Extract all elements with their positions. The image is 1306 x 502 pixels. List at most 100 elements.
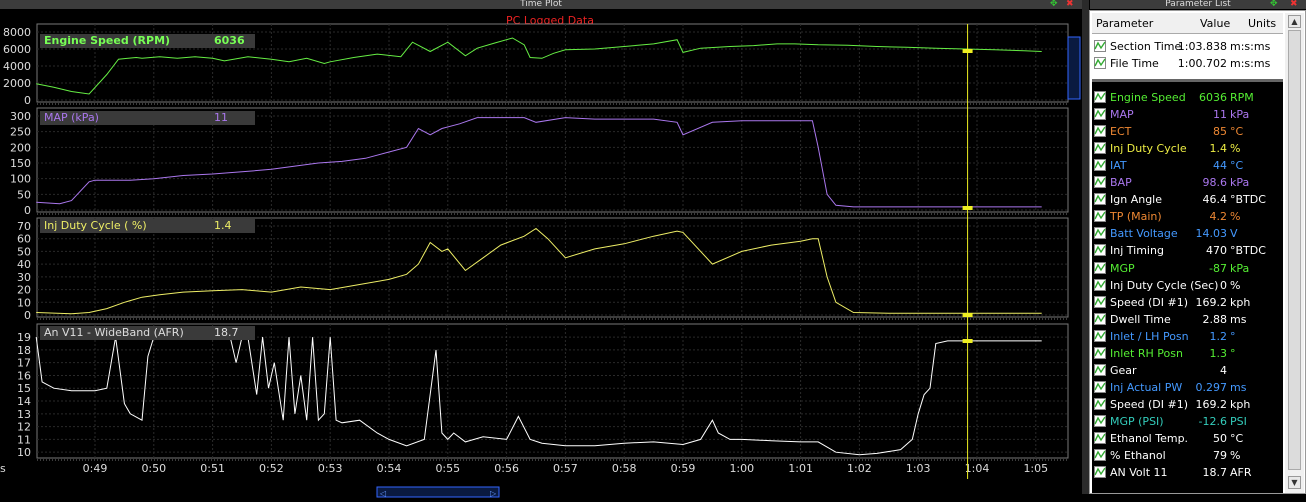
parameter-value: 470 — [1206, 244, 1227, 258]
graph-icon — [1094, 449, 1106, 462]
parameter-unit: kPa — [1230, 176, 1250, 190]
parameter-value: 4 — [1220, 363, 1227, 377]
vertical-scrollbar[interactable] — [1067, 36, 1081, 100]
parameter-unit: AFR — [1230, 466, 1252, 480]
parameter-unit: % — [1230, 142, 1241, 156]
parameter-name: Ign Angle — [1110, 193, 1162, 207]
graph-icon — [1094, 210, 1106, 223]
parameter-row[interactable]: Batt Voltage 14.03 V — [1092, 225, 1283, 242]
horizontal-scrollbar[interactable] — [376, 486, 500, 498]
parameter-unit: % — [1230, 210, 1241, 224]
parameter-row[interactable]: Speed (DI #1) 169.2 kph — [1092, 294, 1283, 311]
parameter-row[interactable]: MAP 11 kPa — [1092, 106, 1283, 123]
parameter-row[interactable]: Ign Angle 46.4 °BTDC — [1092, 191, 1283, 208]
y-tick-label: 19 — [17, 331, 31, 344]
parameter-name: Section Time — [1110, 40, 1182, 53]
parameter-scrollbar[interactable]: ▲ ▼ — [1285, 13, 1304, 493]
parameter-row[interactable]: AN Volt 11 18.7 AFR — [1092, 464, 1283, 481]
cursor-marker — [962, 339, 973, 343]
x-tick-label: 1:03 — [906, 462, 931, 475]
time-plot-chart[interactable]: PC Logged Data 0200040006000800005010015… — [0, 9, 1082, 502]
parameter-row[interactable]: Inj Duty Cycle (Sec) 0% — [1092, 277, 1283, 294]
parameter-value: 85 — [1213, 125, 1227, 139]
parameter-unit: °BTDC — [1230, 244, 1266, 258]
scroll-up-icon[interactable]: ▲ — [1288, 15, 1301, 28]
parameter-value: -12.6 — [1198, 414, 1227, 428]
scroll-down-icon[interactable]: ▼ — [1288, 476, 1301, 489]
parameter-row[interactable]: MGP -87 kPa — [1092, 260, 1283, 277]
graph-icon — [1094, 363, 1106, 376]
parameter-row[interactable]: Engine Speed 6036 RPM — [1092, 89, 1283, 106]
y-tick-label: 0 — [24, 94, 31, 107]
column-parameter[interactable]: Parameter — [1096, 17, 1153, 30]
parameter-row[interactable]: Inlet / LH Posn 1.2 ° — [1092, 328, 1283, 345]
parameter-unit: kPa — [1230, 108, 1250, 122]
parameter-name: MGP (PSI) — [1110, 414, 1164, 428]
parameter-row[interactable]: Inlet RH Posn 1.3 ° — [1092, 345, 1283, 362]
graph-icon — [1094, 312, 1106, 325]
x-tick-label: 1:00 — [729, 462, 754, 475]
engine-speed-label-text: Engine Speed (RPM) — [44, 34, 171, 47]
parameter-row[interactable]: TP (Main) 4.2% — [1092, 208, 1283, 225]
parameter-row[interactable]: Speed (DI #1) 169.2 kph — [1092, 396, 1283, 413]
parameter-value: 14.03 — [1195, 227, 1228, 241]
parameter-unit: m:s:ms — [1230, 57, 1271, 70]
parameter-name: IAT — [1110, 159, 1127, 173]
x-unit-label: s — [0, 462, 6, 475]
parameter-row[interactable]: Dwell Time 2.88 ms — [1092, 311, 1283, 328]
parameter-value: 2.88 — [1202, 312, 1228, 326]
parameter-name: Speed (DI #1) — [1110, 397, 1188, 411]
parameter-value: 1.2 — [1209, 329, 1228, 343]
parameter-row[interactable]: Ethanol Temp. 50 °C — [1092, 430, 1283, 447]
parameter-name: Speed (DI #1) — [1110, 295, 1188, 309]
y-tick-label: 6000 — [3, 43, 31, 56]
close-icon[interactable]: ✖ — [1290, 0, 1298, 9]
scroll-thumb[interactable] — [1288, 30, 1301, 470]
parameter-name: Inj Actual PW — [1110, 380, 1183, 394]
pin-icon[interactable]: ✥ — [1270, 0, 1278, 9]
parameter-row[interactable]: Inj Actual PW 0.297 ms — [1092, 379, 1283, 396]
y-tick-label: 60 — [17, 233, 31, 246]
splitter[interactable] — [1082, 0, 1089, 502]
parameter-value: 1:03.838 — [1177, 40, 1227, 53]
y-tick-label: 50 — [17, 188, 31, 201]
parameter-row[interactable]: File Time 1:00.702 m:s:ms — [1092, 55, 1283, 72]
parameter-row[interactable]: Inj Duty Cycle 1.4% — [1092, 140, 1283, 157]
parameter-unit: m:s:ms — [1230, 40, 1271, 53]
graph-icon — [1094, 244, 1106, 257]
parameter-row[interactable]: BAP 98.6 kPa — [1092, 174, 1283, 191]
parameter-unit: PSI — [1230, 414, 1247, 428]
parameter-row[interactable]: Inj Timing 470 °BTDC — [1092, 242, 1283, 259]
inj-duty-panel[interactable]: 010203040506070 — [17, 217, 1069, 322]
column-units[interactable]: Units — [1248, 17, 1276, 30]
parameter-name: AN Volt 11 — [1110, 466, 1168, 480]
y-tick-label: 8000 — [3, 26, 31, 39]
parameter-unit: kph — [1230, 295, 1251, 309]
parameter-row[interactable]: % Ethanol 79% — [1092, 447, 1283, 464]
parameter-name: TP (Main) — [1110, 210, 1162, 224]
parameter-row[interactable]: Section Time 1:03.838 m:s:ms — [1092, 38, 1283, 55]
afr-panel[interactable]: 10111213141516171819 — [17, 323, 1069, 459]
parameter-row[interactable]: IAT 44 °C — [1092, 157, 1283, 174]
y-tick-label: 150 — [10, 157, 31, 170]
x-tick-label: 1:05 — [1023, 462, 1048, 475]
parameter-unit: kPa — [1230, 261, 1250, 275]
parameter-value: 4.2 — [1209, 210, 1228, 224]
parameter-row[interactable]: Gear 4 — [1092, 362, 1283, 379]
y-tick-label: 17 — [17, 357, 31, 370]
scroll-right-icon[interactable]: ▷ — [490, 489, 497, 498]
x-tick-label: 0:59 — [671, 462, 696, 475]
cursor-marker — [962, 49, 973, 53]
pin-icon[interactable]: ✥ — [1050, 0, 1058, 9]
scroll-left-icon[interactable]: ◁ — [379, 489, 386, 498]
parameter-row[interactable]: MGP (PSI) -12.6 PSI — [1092, 413, 1283, 430]
y-tick-label: 12 — [17, 421, 31, 434]
parameter-name: % Ethanol — [1110, 449, 1166, 463]
graph-icon — [1094, 193, 1106, 206]
y-tick-label: 0 — [24, 204, 31, 217]
column-value[interactable]: Value — [1200, 17, 1230, 30]
parameter-row[interactable]: ECT 85 °C — [1092, 123, 1283, 140]
close-icon[interactable]: ✖ — [1066, 0, 1074, 9]
y-tick-label: 250 — [10, 126, 31, 139]
graph-icon — [1094, 227, 1106, 240]
